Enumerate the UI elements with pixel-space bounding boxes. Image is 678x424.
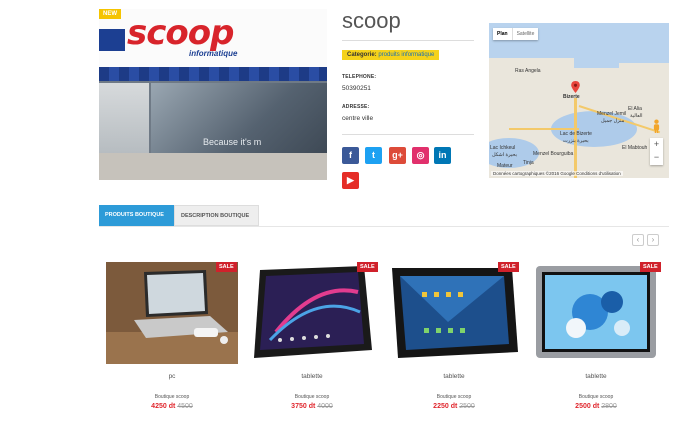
map-attribution[interactable]: Données cartographiques ©2016 Google Con…: [491, 171, 623, 176]
tab-divider: [99, 226, 669, 227]
google-plus-icon[interactable]: g+: [389, 147, 406, 164]
map-label: Bizerte: [563, 94, 580, 100]
info-divider: [342, 134, 474, 135]
map-label: Lac Ichkeul: [490, 145, 516, 151]
category-key: Categorie:: [347, 52, 377, 58]
zoom-in-button[interactable]: +: [650, 138, 663, 151]
facade-blue-panel: [99, 29, 125, 51]
address-value: centre ville: [342, 115, 374, 122]
facebook-icon[interactable]: f: [342, 147, 359, 164]
tab-description[interactable]: DESCRIPTION BOUTIQUE: [174, 205, 259, 226]
sale-badge: SALE: [357, 262, 378, 272]
map-tab-plan[interactable]: Plan: [493, 28, 512, 40]
product-shop[interactable]: Boutique scoop: [388, 394, 520, 400]
tab-products[interactable]: PRODUITS BOUTIQUE: [99, 205, 174, 226]
price-current: 2500 dt: [575, 403, 600, 410]
map-label: Menzel Jemil: [597, 111, 627, 117]
shop-sidewalk: [99, 153, 327, 180]
new-badge: NEW: [99, 9, 121, 19]
shop-photo: scoop informatique Because it's m: [99, 9, 327, 180]
shop-awning: [99, 67, 327, 81]
price-old: 2500: [459, 403, 475, 410]
sale-badge: SALE: [498, 262, 519, 272]
product-price: 4250 dt 4500: [106, 403, 238, 410]
product-image[interactable]: [530, 262, 662, 364]
product-shop[interactable]: Boutique scoop: [106, 394, 238, 400]
map-label: Tinja: [523, 160, 534, 166]
linkedin-icon[interactable]: in: [434, 147, 451, 164]
shop-title: scoop: [342, 8, 401, 33]
map-label: Mateur: [497, 163, 513, 169]
price-old: 4000: [317, 403, 333, 410]
map-label: بحيرة اشكل: [492, 152, 518, 158]
map-type-tabs: Plan Satellite: [493, 28, 539, 40]
shop-window-text: Because it's m: [203, 137, 262, 147]
sale-badge: SALE: [640, 262, 661, 272]
title-divider: [342, 40, 474, 41]
map-label: El Alia: [628, 106, 642, 112]
product-price: 2500 dt 2800: [530, 403, 662, 410]
product-price: 2250 dt 2500: [388, 403, 520, 410]
product-image[interactable]: [246, 262, 378, 364]
zoom-out-button[interactable]: −: [650, 151, 663, 164]
product-shop[interactable]: Boutique scoop: [530, 394, 662, 400]
product-name[interactable]: tablette: [530, 373, 662, 380]
map-label: منزل جميل: [601, 118, 625, 124]
price-old: 4500: [177, 403, 193, 410]
map-label: Menzel Bourguiba: [533, 151, 574, 157]
map-land: [619, 63, 669, 93]
twitter-icon[interactable]: t: [365, 147, 382, 164]
product-image[interactable]: [106, 262, 238, 364]
map-label: El Mabtouh: [622, 145, 648, 151]
product-shop[interactable]: Boutique scoop: [246, 394, 378, 400]
sale-badge: SALE: [216, 262, 237, 272]
price-current: 3750 dt: [291, 403, 316, 410]
category-value: produits informatique: [378, 52, 435, 58]
shop-logo-text: scoop: [127, 13, 234, 53]
product-price: 3750 dt 4000: [246, 403, 378, 410]
product-name[interactable]: tablette: [388, 373, 520, 380]
phone-label: TELEPHONE:: [342, 74, 377, 80]
instagram-icon[interactable]: ◎: [412, 147, 429, 164]
map-tab-satellite[interactable]: Satellite: [511, 28, 539, 40]
price-current: 4250 dt: [151, 403, 176, 410]
map-marker-icon[interactable]: [571, 81, 580, 93]
carousel-prev-button[interactable]: ‹: [632, 234, 644, 246]
map-label: العالية: [630, 113, 643, 119]
phone-value: 50390251: [342, 85, 371, 92]
product-name[interactable]: tablette: [246, 373, 378, 380]
map-label: بحيرة بنزرت: [563, 138, 589, 144]
product-name[interactable]: pc: [106, 373, 238, 380]
map-road: [509, 128, 579, 130]
map-zoom-control: + −: [650, 138, 663, 165]
address-label: ADRESSE:: [342, 104, 370, 110]
youtube-icon[interactable]: ▶: [342, 172, 359, 189]
product-image[interactable]: [388, 262, 520, 364]
map-label: Ras Angela: [515, 68, 541, 74]
map-label: Lac de Bizerte: [560, 131, 592, 137]
shop-logo-subtitle: informatique: [189, 49, 238, 58]
price-current: 2250 dt: [433, 403, 458, 410]
category-tag[interactable]: Categorie: produits informatique: [342, 50, 440, 60]
street-view-pegman-icon[interactable]: [652, 119, 661, 133]
price-old: 2800: [601, 403, 617, 410]
carousel-next-button[interactable]: ›: [647, 234, 659, 246]
